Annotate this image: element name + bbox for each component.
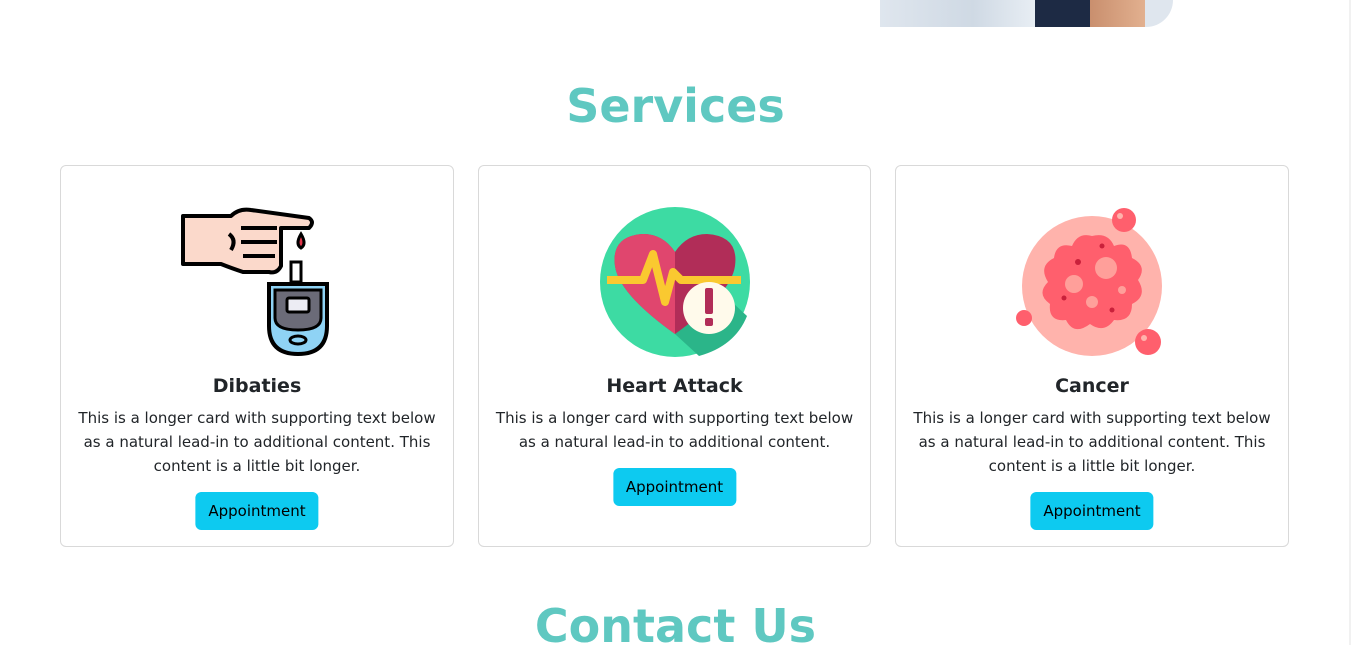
- service-description: This is a longer card with supporting te…: [495, 409, 854, 451]
- service-description: This is a longer card with supporting te…: [913, 409, 1271, 475]
- contact-heading: Contact Us: [534, 599, 817, 645]
- service-card-diabetes: Dibaties This is a longer card with supp…: [60, 165, 454, 547]
- appointment-button-cancer[interactable]: Appointment: [1030, 492, 1154, 530]
- service-card-heart-attack: Heart Attack This is a longer card with …: [478, 165, 871, 547]
- appointment-button-heart-attack[interactable]: Appointment: [612, 468, 737, 506]
- services-heading: Services: [566, 79, 785, 133]
- service-description: This is a longer card with supporting te…: [78, 409, 436, 475]
- cancer-cell-icon: [1016, 208, 1162, 356]
- heart-attack-icon: [599, 207, 750, 357]
- service-title: Dibaties: [212, 375, 302, 397]
- doctor-photo: [880, 0, 1173, 27]
- appointment-button-diabetes[interactable]: Appointment: [195, 492, 319, 530]
- service-title: Cancer: [1055, 375, 1129, 397]
- service-title: Heart Attack: [606, 375, 743, 397]
- page: Services Dibaties This is a longer card …: [0, 0, 1351, 645]
- service-card-cancer: Cancer This is a longer card with suppor…: [895, 165, 1289, 547]
- glucose-meter-icon: [181, 207, 329, 357]
